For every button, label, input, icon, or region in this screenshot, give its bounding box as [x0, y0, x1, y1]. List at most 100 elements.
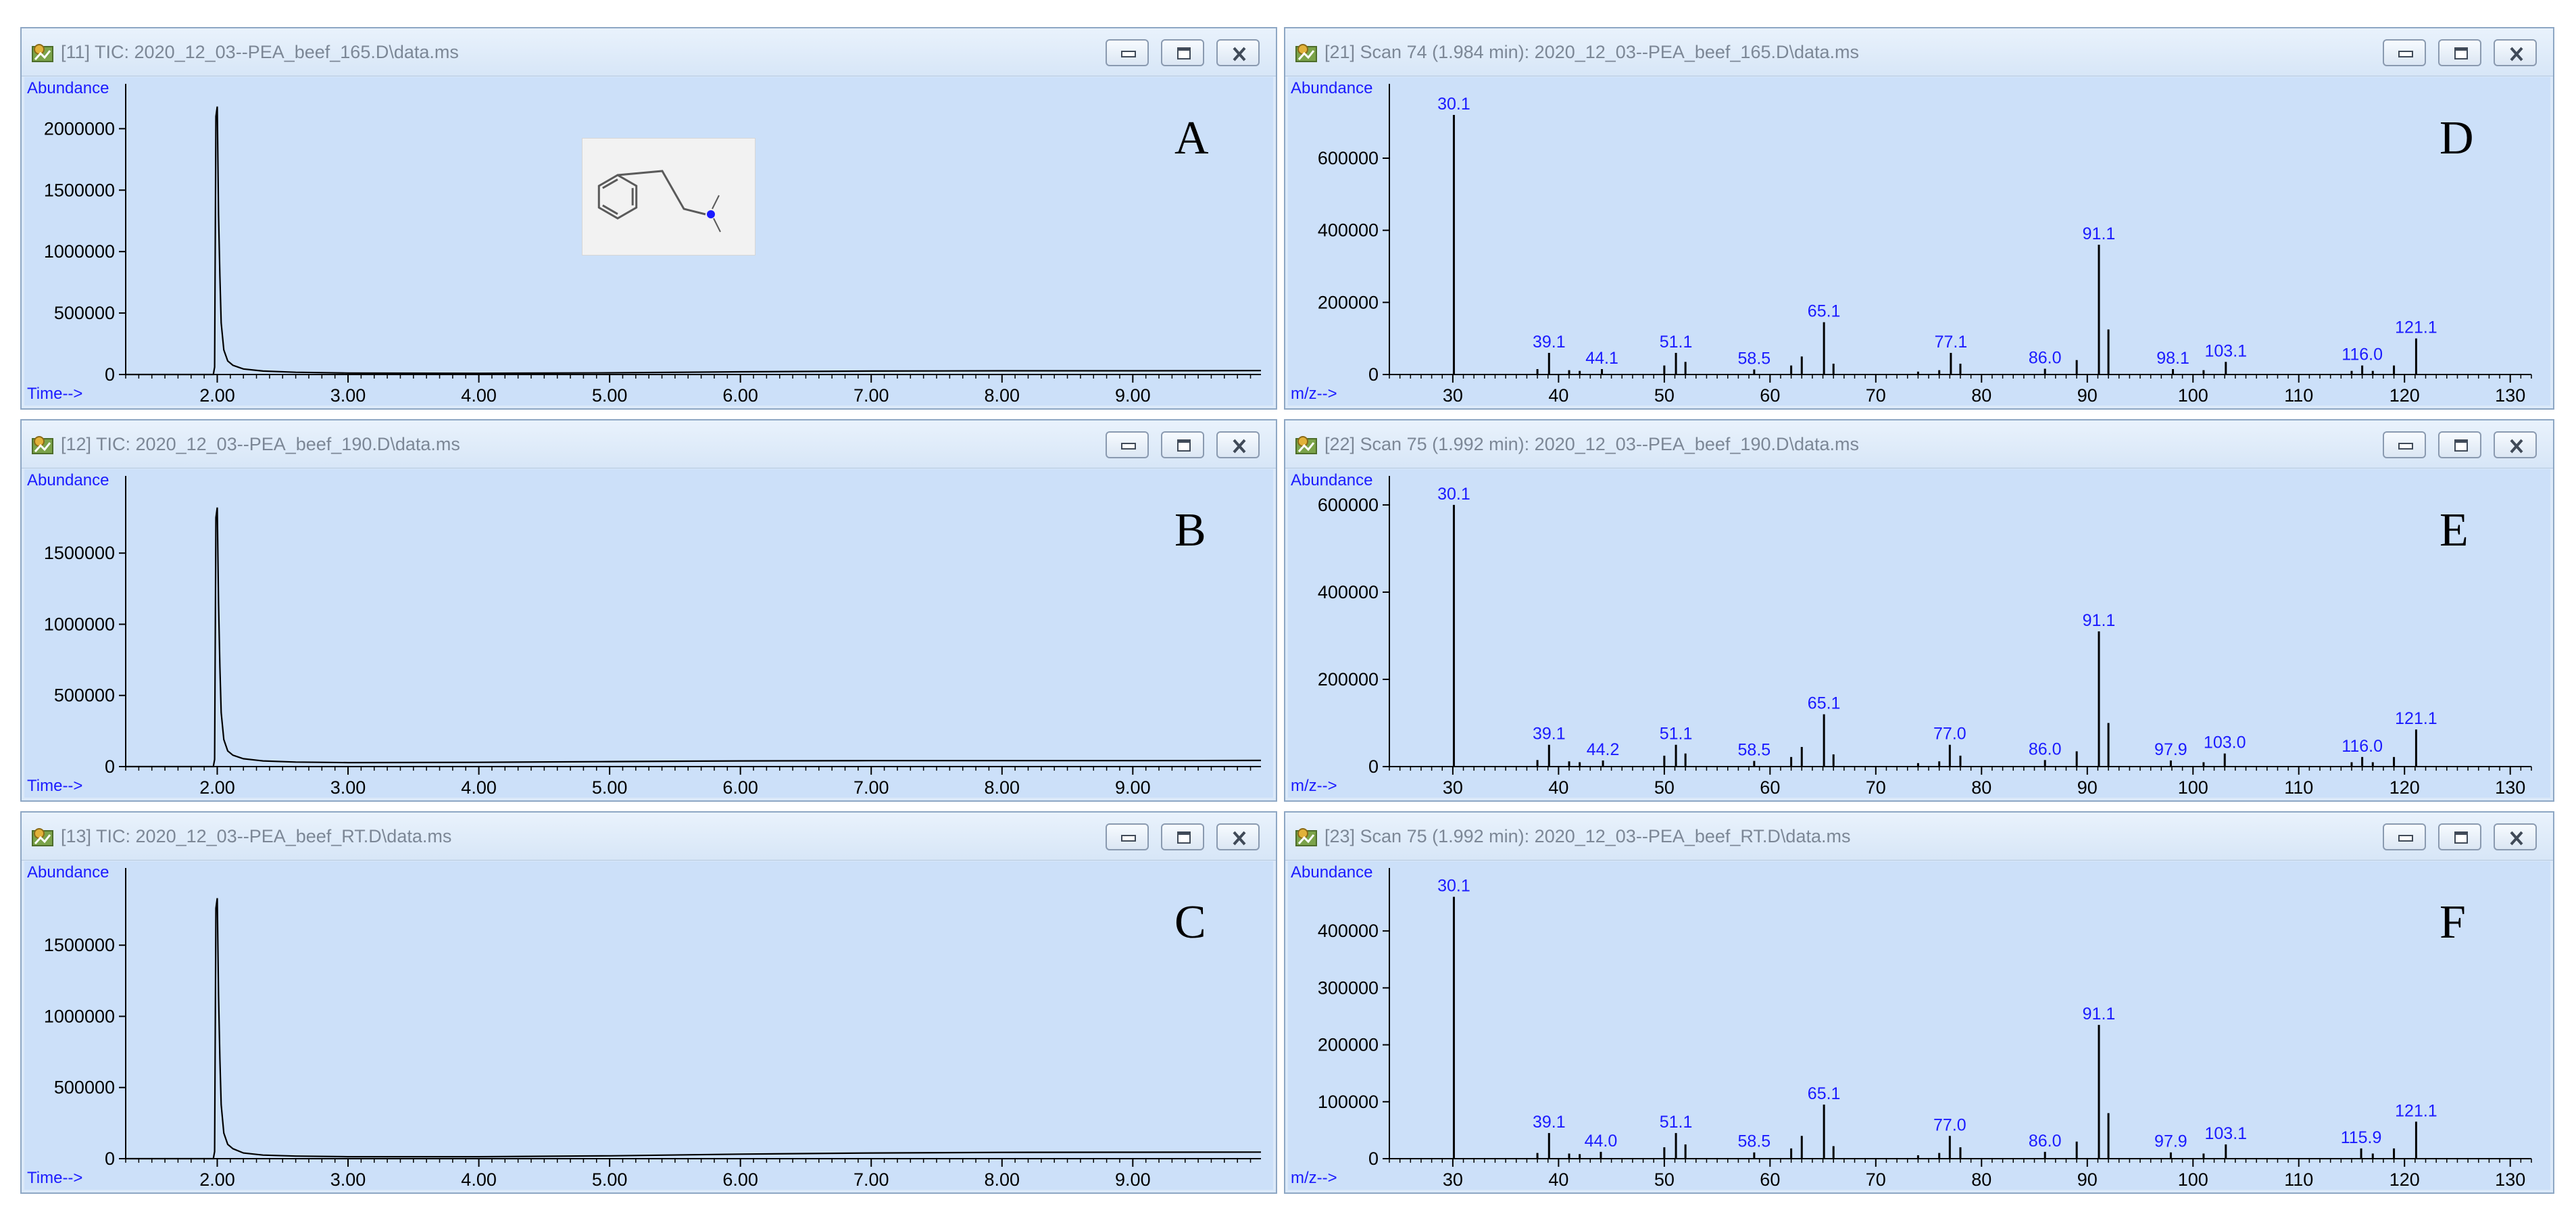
x-tick-label: 70	[1866, 1169, 1886, 1190]
y-tick-label: 1500000	[44, 935, 115, 955]
x-axis-label: m/z-->	[1291, 777, 1337, 795]
close-button[interactable]	[1216, 39, 1260, 66]
peak-label: 30.1	[1437, 877, 1470, 896]
y-tick-label: 400000	[1318, 921, 1379, 941]
peak-label: 51.1	[1660, 1113, 1693, 1132]
maximize-button[interactable]	[1161, 39, 1204, 66]
chemstation-app-icon	[1295, 825, 1318, 848]
panel-letter-b: B	[1174, 504, 1206, 556]
y-tick-label: 600000	[1318, 495, 1379, 515]
y-axis-label: Abundance	[27, 471, 109, 489]
x-tick-label: 4.00	[461, 1169, 497, 1190]
ethyl-chain	[617, 170, 706, 216]
y-tick-label: 100000	[1318, 1092, 1379, 1112]
y-axis-label: Abundance	[27, 79, 109, 97]
peak-label: 44.2	[1587, 740, 1620, 759]
peak-label: 77.0	[1933, 1115, 1966, 1134]
chart-f: Abundance m/z--> 0 100000 200000 300000 400000…	[1291, 863, 2532, 1190]
x-tick-label: 2.00	[199, 385, 235, 406]
x-tick-label: 90	[2077, 777, 2098, 798]
x-tick-label: 80	[1971, 1169, 1991, 1190]
peak-label: 30.1	[1437, 95, 1470, 114]
minimize-button[interactable]	[2383, 823, 2426, 850]
window-title: [21] Scan 74 (1.984 min): 2020_12_03--PE…	[1324, 42, 1860, 62]
x-tick-label: 70	[1866, 385, 1886, 406]
minimize-icon	[1121, 443, 1136, 450]
x-tick-label: 130	[2495, 1169, 2525, 1190]
y-tick-label: 200000	[1318, 1035, 1379, 1055]
x-tick-label: 2.00	[199, 777, 235, 798]
x-tick-label: 80	[1971, 385, 1991, 406]
double-bond	[602, 204, 618, 215]
y-tick-label: 0	[1368, 1149, 1379, 1169]
maximize-icon	[2454, 439, 2468, 452]
y-tick-label: 400000	[1318, 220, 1379, 241]
maximize-button[interactable]	[1161, 823, 1204, 850]
y-tick-label: 0	[1368, 364, 1379, 385]
title-bar: [12] TIC: 2020_12_03--PEA_beef_190.D\dat…	[22, 420, 1276, 468]
x-tick-label: 3.00	[330, 385, 366, 406]
maximize-icon	[1177, 47, 1191, 59]
minimize-button[interactable]	[2383, 39, 2426, 66]
y-tick-label: 0	[1368, 756, 1379, 777]
peak-label: 91.1	[2083, 1005, 2116, 1023]
peak-label: 44.0	[1585, 1132, 1618, 1151]
minimize-button[interactable]	[1106, 431, 1149, 458]
peak-label: 116.0	[2342, 345, 2383, 364]
hydrogen-bond	[713, 218, 721, 233]
minimize-button[interactable]	[2383, 431, 2426, 458]
close-icon	[2510, 439, 2523, 454]
minimize-button[interactable]	[1106, 39, 1149, 66]
minimize-icon	[1121, 51, 1136, 57]
title-bar: [11] TIC: 2020_12_03--PEA_beef_165.D\dat…	[22, 28, 1276, 76]
chemstation-app-icon	[31, 825, 54, 848]
x-tick-label: 110	[2284, 1169, 2313, 1190]
x-tick-label: 60	[1760, 385, 1780, 406]
peak-label: 44.1	[1585, 349, 1618, 368]
x-tick-label: 50	[1654, 1169, 1675, 1190]
minimize-button[interactable]	[1106, 823, 1149, 850]
peak-label: 39.1	[1533, 1113, 1566, 1132]
maximize-button[interactable]	[2438, 431, 2481, 458]
close-button[interactable]	[1216, 431, 1260, 458]
figure-stage: [11] TIC: 2020_12_03--PEA_beef_165.D\dat…	[0, 0, 2576, 1231]
y-tick-label: 1000000	[44, 1006, 115, 1026]
chart-window-a: [11] TIC: 2020_12_03--PEA_beef_165.D\dat…	[20, 27, 1277, 410]
peak-label: 58.5	[1738, 1132, 1771, 1151]
x-tick-label: 90	[2077, 385, 2098, 406]
x-tick-label: 40	[1548, 1169, 1568, 1190]
maximize-button[interactable]	[2438, 823, 2481, 850]
window-title: [23] Scan 75 (1.992 min): 2020_12_03--PE…	[1324, 826, 1851, 846]
peak-label: 65.1	[1808, 1084, 1841, 1103]
peak-label: 121.1	[2395, 318, 2437, 337]
peak-label: 86.0	[2029, 740, 2062, 758]
y-tick-label: 500000	[54, 303, 115, 323]
y-tick-label: 400000	[1318, 582, 1379, 602]
x-axis-label: Time-->	[27, 385, 82, 403]
x-tick-label: 5.00	[592, 385, 628, 406]
close-icon	[1233, 439, 1246, 454]
close-button[interactable]	[2494, 431, 2537, 458]
y-tick-label: 0	[105, 756, 115, 777]
x-axis-label: Time-->	[27, 777, 82, 795]
y-tick-label: 1500000	[44, 543, 115, 563]
plot-area: Abundance Time--> 0 500000 1000000 1500000 200…	[24, 77, 1273, 406]
close-button[interactable]	[1216, 823, 1260, 850]
x-tick-label: 9.00	[1115, 777, 1151, 798]
peak-label: 97.9	[2154, 740, 2187, 759]
maximize-button[interactable]	[1161, 431, 1204, 458]
peak-label: 30.1	[1437, 485, 1470, 504]
close-button[interactable]	[2494, 39, 2537, 66]
window-title: [12] TIC: 2020_12_03--PEA_beef_190.D\dat…	[61, 434, 460, 454]
peak-label: 77.1	[1935, 333, 1968, 352]
x-tick-label: 4.00	[461, 385, 497, 406]
y-axis-label: Abundance	[1291, 471, 1372, 489]
close-icon	[1233, 47, 1246, 62]
close-button[interactable]	[2494, 823, 2537, 850]
peak-label: 51.1	[1660, 725, 1693, 744]
plot-area: Abundance m/z--> 0 200000 400000 600000 30 40 50…	[1288, 469, 2550, 798]
plot-area: Abundance m/z--> 0 200000 400000 600000 30 40 50…	[1288, 77, 2550, 406]
x-tick-label: 130	[2495, 777, 2525, 798]
x-tick-label: 8.00	[984, 1169, 1020, 1190]
maximize-button[interactable]	[2438, 39, 2481, 66]
